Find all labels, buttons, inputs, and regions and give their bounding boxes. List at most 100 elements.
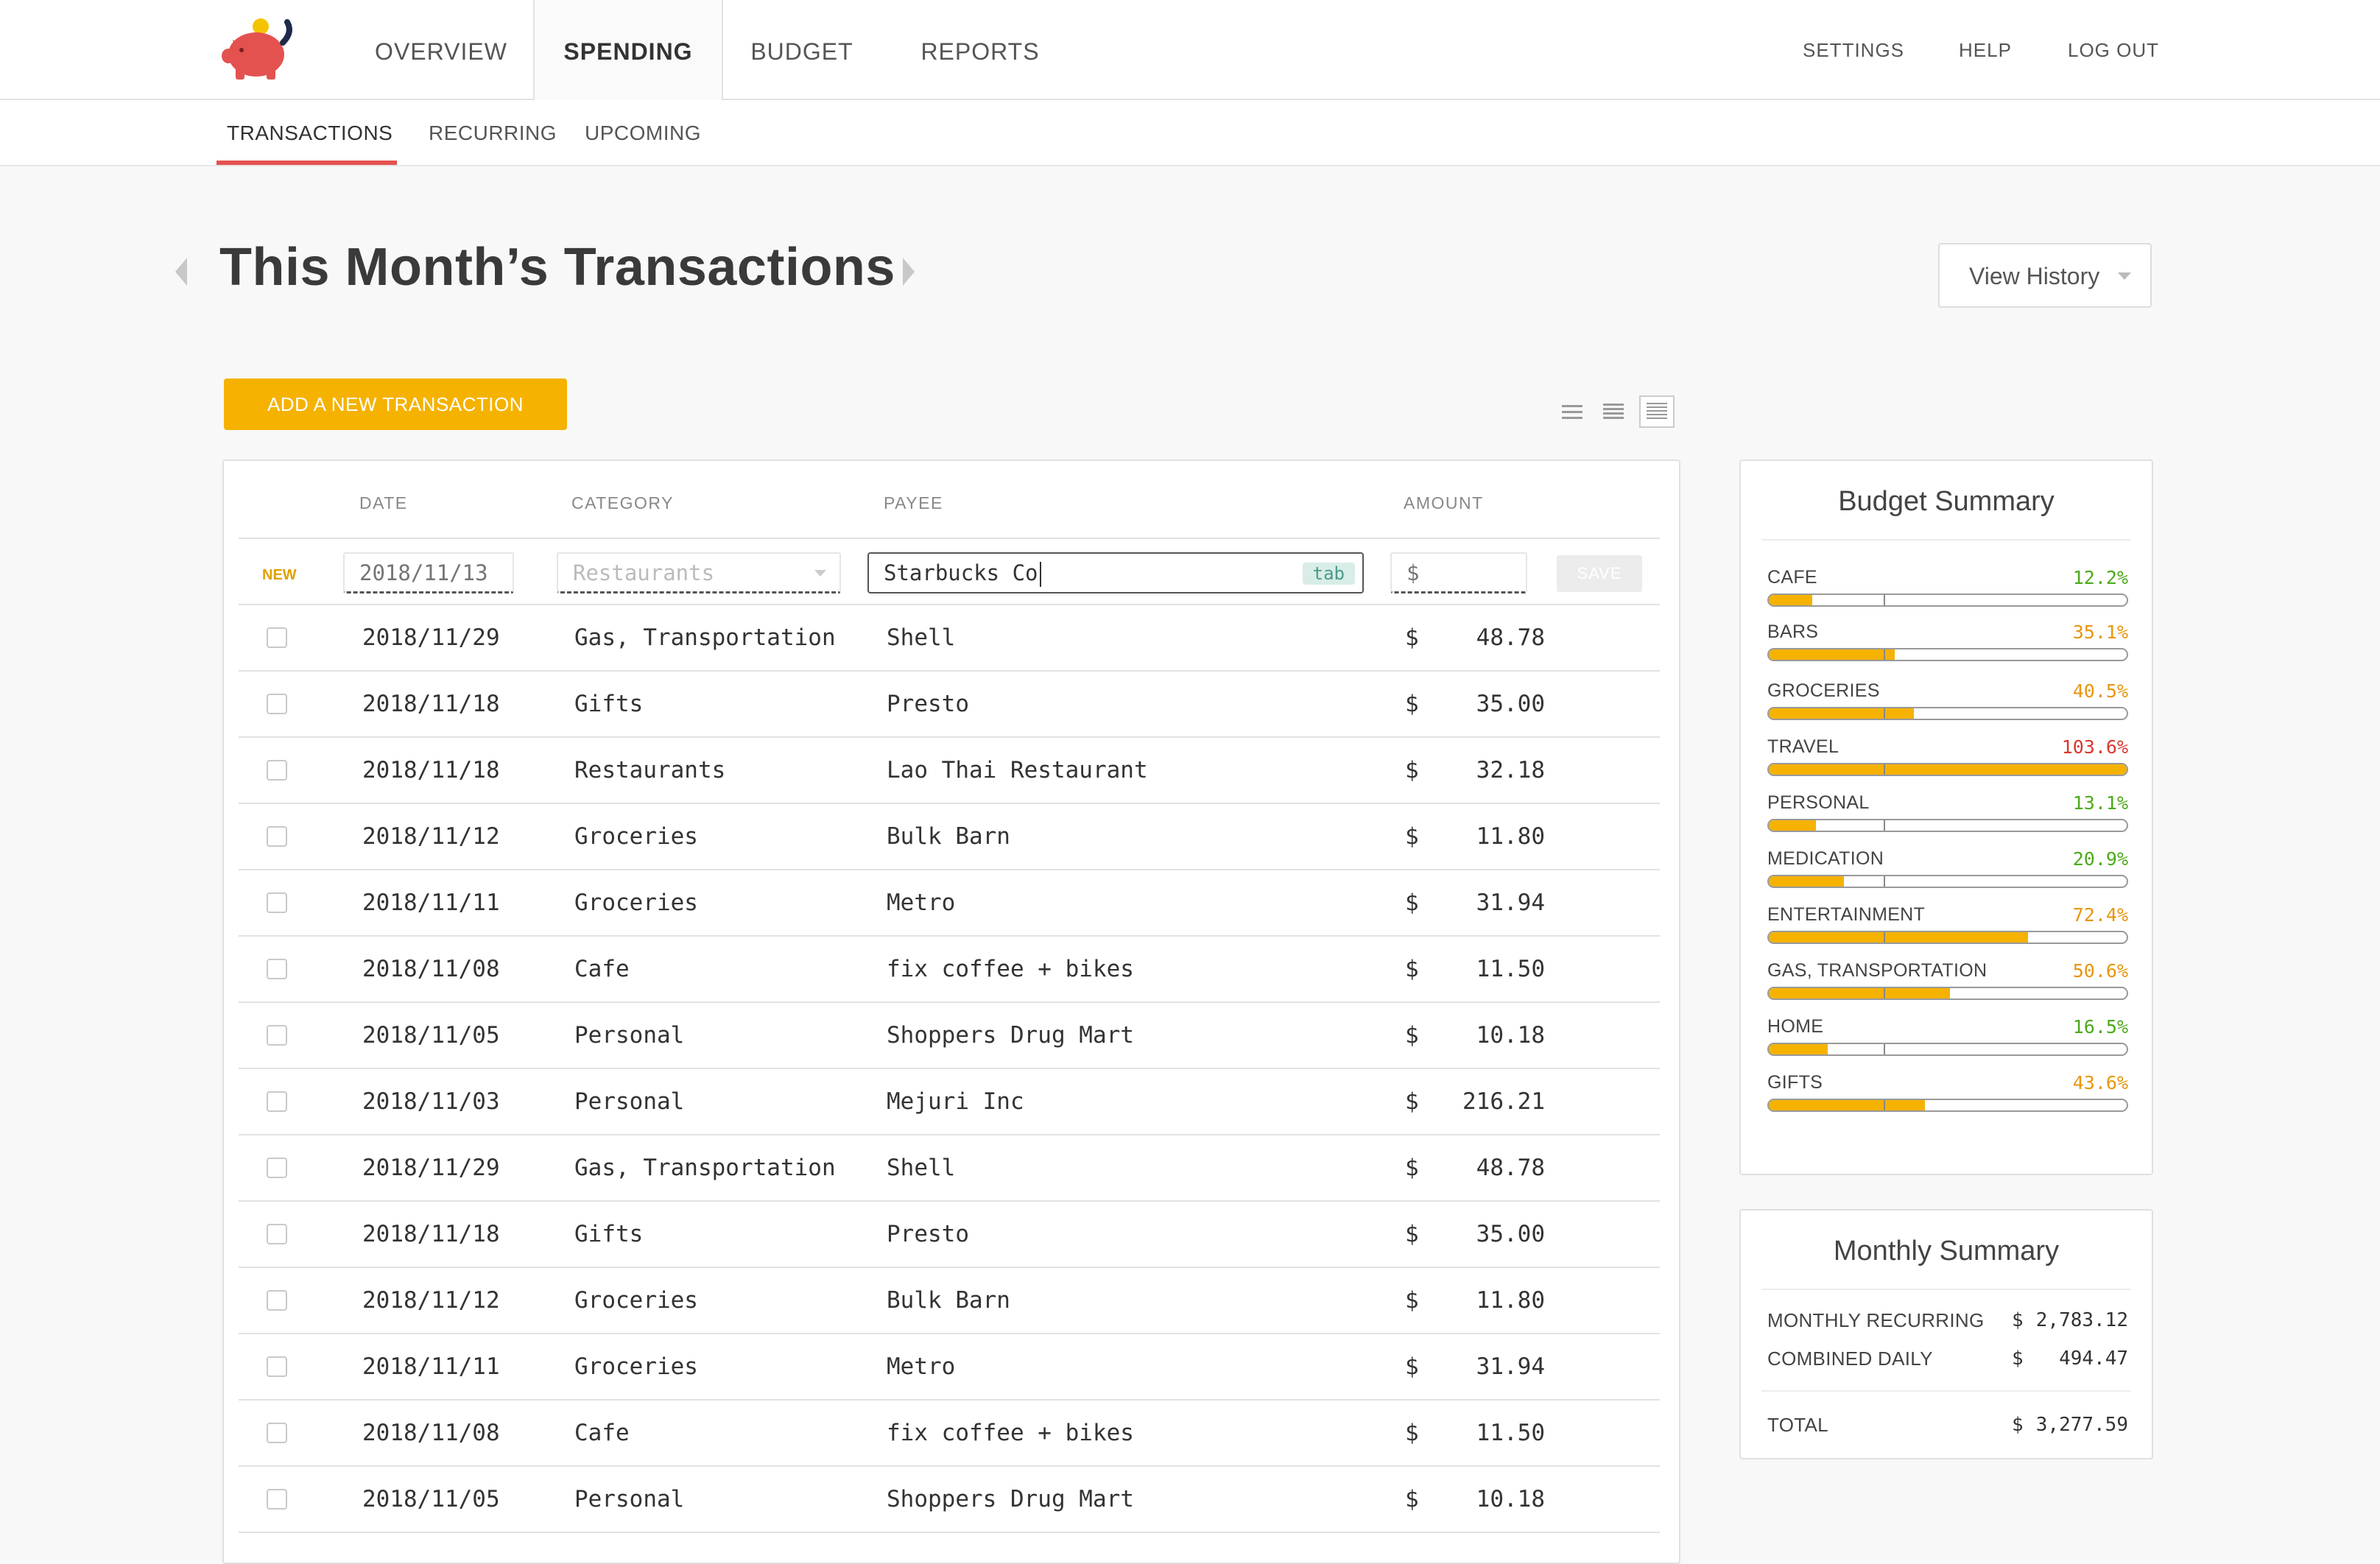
list-icon[interactable]: [1601, 401, 1626, 423]
row-payee: Mejuri Inc: [887, 1088, 1024, 1115]
page-title: This Month’s Transactions: [219, 238, 895, 297]
row-checkbox[interactable]: [267, 627, 287, 648]
monthly-summary-panel: Monthly Summary MONTHLY RECURRING $ 2,78…: [1739, 1209, 2153, 1459]
table-row[interactable]: 2018/11/05 Personal Shoppers Drug Mart $10.…: [239, 1003, 1660, 1069]
budget-progress-fill: [1769, 595, 1813, 605]
tab-transactions[interactable]: TRANSACTIONS: [227, 100, 392, 165]
budget-progress-marker: [1884, 820, 1885, 831]
table-row[interactable]: 2018/11/18 Gifts Presto $35.00: [239, 672, 1660, 738]
row-checkbox[interactable]: [267, 1025, 287, 1046]
previous-month-arrow-icon[interactable]: [175, 258, 187, 286]
row-payee: Presto: [887, 1221, 969, 1247]
budget-progress-marker: [1884, 708, 1885, 719]
row-date: 2018/11/18: [362, 757, 500, 783]
list-detailed-icon[interactable]: [1639, 395, 1675, 428]
row-amount: 10.18: [1476, 1022, 1545, 1049]
row-checkbox[interactable]: [267, 1158, 287, 1178]
help-link[interactable]: HELP: [1959, 0, 2012, 99]
row-checkbox[interactable]: [267, 1489, 287, 1510]
row-date: 2018/11/11: [362, 890, 500, 916]
row-category: Gifts: [574, 1221, 644, 1247]
view-history-dropdown[interactable]: View History: [1938, 243, 2152, 308]
tab-recurring[interactable]: RECURRING: [429, 100, 557, 165]
row-checkbox[interactable]: [267, 1423, 287, 1443]
table-row[interactable]: 2018/11/18 Restaurants Lao Thai Restaurant…: [239, 738, 1660, 804]
table-row[interactable]: 2018/11/12 Groceries Bulk Barn $11.80: [239, 1268, 1660, 1334]
budget-progress-marker: [1884, 764, 1885, 775]
new-amount-input[interactable]: [1390, 552, 1527, 593]
add-transaction-button[interactable]: ADD A NEW TRANSACTION: [224, 378, 567, 430]
nav-budget[interactable]: BUDGET: [744, 0, 860, 99]
row-payee: Metro: [887, 1353, 956, 1380]
row-currency: $: [1405, 1420, 1419, 1446]
new-category-select[interactable]: Restaurants: [557, 552, 841, 593]
budget-percent: 13.1%: [2072, 792, 2128, 814]
table-row[interactable]: 2018/11/08 Cafe fix coffee + bikes $11.50: [239, 937, 1660, 1003]
row-payee: Shoppers Drug Mart: [887, 1022, 1134, 1049]
table-row[interactable]: 2018/11/29 Gas, Transportation Shell $48.78: [239, 605, 1660, 672]
row-payee: fix coffee + bikes: [887, 1420, 1134, 1446]
table-row[interactable]: 2018/11/11 Groceries Metro $31.94: [239, 870, 1660, 937]
table-row[interactable]: 2018/11/18 Gifts Presto $35.00: [239, 1202, 1660, 1268]
column-header-payee[interactable]: PAYEE: [884, 493, 943, 513]
nav-spending[interactable]: SPENDING: [533, 0, 723, 100]
active-tab-indicator: [216, 161, 397, 165]
row-checkbox[interactable]: [267, 694, 287, 714]
row-checkbox[interactable]: [267, 1091, 287, 1112]
budget-category-label: PERSONAL: [1767, 792, 1870, 813]
budget-progress-fill: [1769, 932, 2028, 943]
table-row[interactable]: 2018/11/11 Groceries Metro $31.94: [239, 1334, 1660, 1401]
next-month-arrow-icon[interactable]: [903, 258, 915, 286]
save-new-transaction-button[interactable]: SAVE: [1557, 555, 1642, 592]
new-date-input[interactable]: [343, 552, 514, 593]
new-payee-input[interactable]: Starbucks Co tab: [867, 552, 1364, 593]
row-currency: $: [1405, 691, 1419, 717]
row-checkbox[interactable]: [267, 1290, 287, 1311]
row-currency: $: [1405, 757, 1419, 783]
budget-progress-bar: [1767, 1043, 2128, 1056]
new-payee-value: Starbucks Co: [884, 560, 1038, 585]
tab-upcoming[interactable]: UPCOMING: [585, 100, 701, 165]
transaction-rows: 2018/11/29 Gas, Transportation Shell $48.78…: [239, 605, 1660, 1533]
row-checkbox[interactable]: [267, 760, 287, 781]
row-currency: $: [1405, 1088, 1419, 1115]
row-date: 2018/11/18: [362, 1221, 500, 1247]
budget-progress-fill: [1769, 876, 1844, 887]
row-amount: 31.94: [1476, 1353, 1545, 1380]
row-checkbox[interactable]: [267, 1224, 287, 1244]
budget-category-label: TRAVEL: [1767, 736, 1839, 757]
list-compact-icon[interactable]: [1560, 401, 1585, 423]
table-row[interactable]: 2018/11/03 Personal Mejuri Inc $216.21: [239, 1069, 1660, 1135]
column-header-amount[interactable]: AMOUNT: [1404, 493, 1484, 513]
row-checkbox[interactable]: [267, 1356, 287, 1377]
logout-link[interactable]: LOG OUT: [2068, 0, 2159, 99]
table-row[interactable]: 2018/11/12 Groceries Bulk Barn $11.80: [239, 804, 1660, 870]
budget-percent: 103.6%: [2061, 736, 2128, 758]
row-amount: 11.50: [1476, 956, 1545, 982]
top-nav: OVERVIEW SPENDING BUDGET REPORTS SETTING…: [0, 0, 2380, 100]
row-currency: $: [1405, 1353, 1419, 1380]
text-cursor: [1039, 562, 1041, 587]
budget-item: GROCERIES 40.5%: [1767, 680, 2128, 739]
row-category: Cafe: [574, 1420, 630, 1446]
piggy-bank-logo[interactable]: [221, 18, 302, 82]
table-row[interactable]: 2018/11/05 Personal Shoppers Drug Mart $10.…: [239, 1467, 1660, 1533]
monthly-summary-title: Monthly Summary: [1833, 1236, 2060, 1267]
monthly-total-label: TOTAL: [1767, 1414, 1828, 1436]
row-category: Personal: [574, 1486, 685, 1512]
budget-item: PERSONAL 13.1%: [1767, 792, 2128, 851]
chevron-down-icon: [2118, 272, 2131, 280]
column-header-category[interactable]: CATEGORY: [571, 493, 674, 513]
table-row[interactable]: 2018/11/29 Gas, Transportation Shell $48.78: [239, 1135, 1660, 1202]
column-header-date[interactable]: DATE: [359, 493, 408, 513]
monthly-recurring-value: 2,783.12: [2035, 1309, 2128, 1331]
row-checkbox[interactable]: [267, 826, 287, 847]
row-checkbox[interactable]: [267, 959, 287, 979]
table-row[interactable]: 2018/11/08 Cafe fix coffee + bikes $11.50: [239, 1401, 1660, 1467]
nav-overview[interactable]: OVERVIEW: [373, 0, 510, 99]
row-amount: 31.94: [1476, 890, 1545, 916]
budget-category-label: ENTERTAINMENT: [1767, 904, 1926, 925]
row-checkbox[interactable]: [267, 892, 287, 913]
settings-link[interactable]: SETTINGS: [1803, 0, 1904, 99]
nav-reports[interactable]: REPORTS: [920, 0, 1040, 99]
